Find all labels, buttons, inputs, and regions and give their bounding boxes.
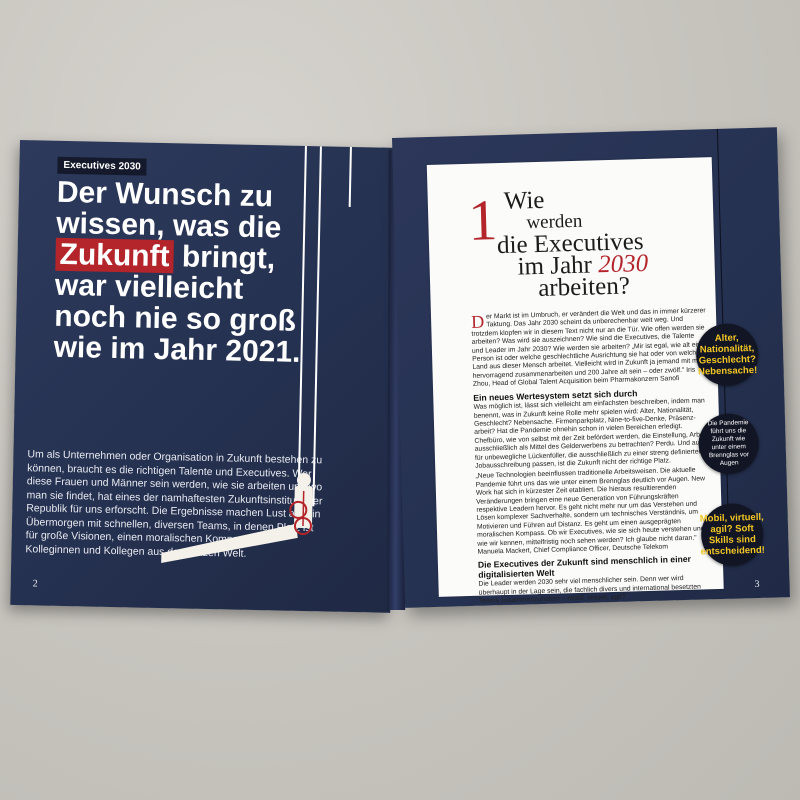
quote-bubble-2: Die Pandemie führt uns die Zukunft wie u… bbox=[697, 412, 760, 475]
lead-paragraph: er Markt ist im Umbruch, er verändert di… bbox=[471, 307, 706, 389]
right-page: 1 Wie werden die Executives im Jahr 2030… bbox=[392, 127, 790, 608]
page-number-right: 3 bbox=[754, 578, 760, 591]
chapter-number: 1 bbox=[467, 187, 499, 253]
paragraph-1: Was möglich ist, lässt sich vielleicht a… bbox=[473, 397, 708, 470]
dropcap: D bbox=[470, 311, 485, 332]
quote-bubble-2-text: Die Pandemie führt uns die Zukunft wie u… bbox=[707, 419, 750, 467]
quote-bubble-3: Mobil, virtuell, agil? Soft Skills sind … bbox=[700, 502, 765, 567]
left-page: Executives 2030 Der Wunsch zu wissen, wa… bbox=[10, 140, 400, 613]
page-number-left: 2 bbox=[32, 578, 38, 590]
quote-bubble-1: Alter, Nationalität, Geschlecht? Nebensa… bbox=[695, 322, 760, 387]
open-magazine: Executives 2030 Der Wunsch zu wissen, wa… bbox=[0, 0, 800, 800]
article-title: Wie werden die Executives im Jahr 2030 a… bbox=[496, 186, 699, 302]
paragraph-3: Die Leader werden 2030 sehr viel menschl… bbox=[478, 575, 701, 606]
quote-bubble-3-text: Mobil, virtuell, agil? Soft Skills sind … bbox=[699, 511, 766, 558]
article-body: Der Markt ist im Umbruch, er verändert d… bbox=[471, 307, 714, 608]
paragraph-2: „Neue Technologien beeinflussen traditio… bbox=[475, 467, 706, 556]
gymnast-illustration bbox=[161, 473, 313, 564]
quote-bubble-1-text: Alter, Nationalität, Geschlecht? Nebensa… bbox=[697, 332, 758, 378]
article-panel: 1 Wie werden die Executives im Jahr 2030… bbox=[426, 157, 724, 605]
